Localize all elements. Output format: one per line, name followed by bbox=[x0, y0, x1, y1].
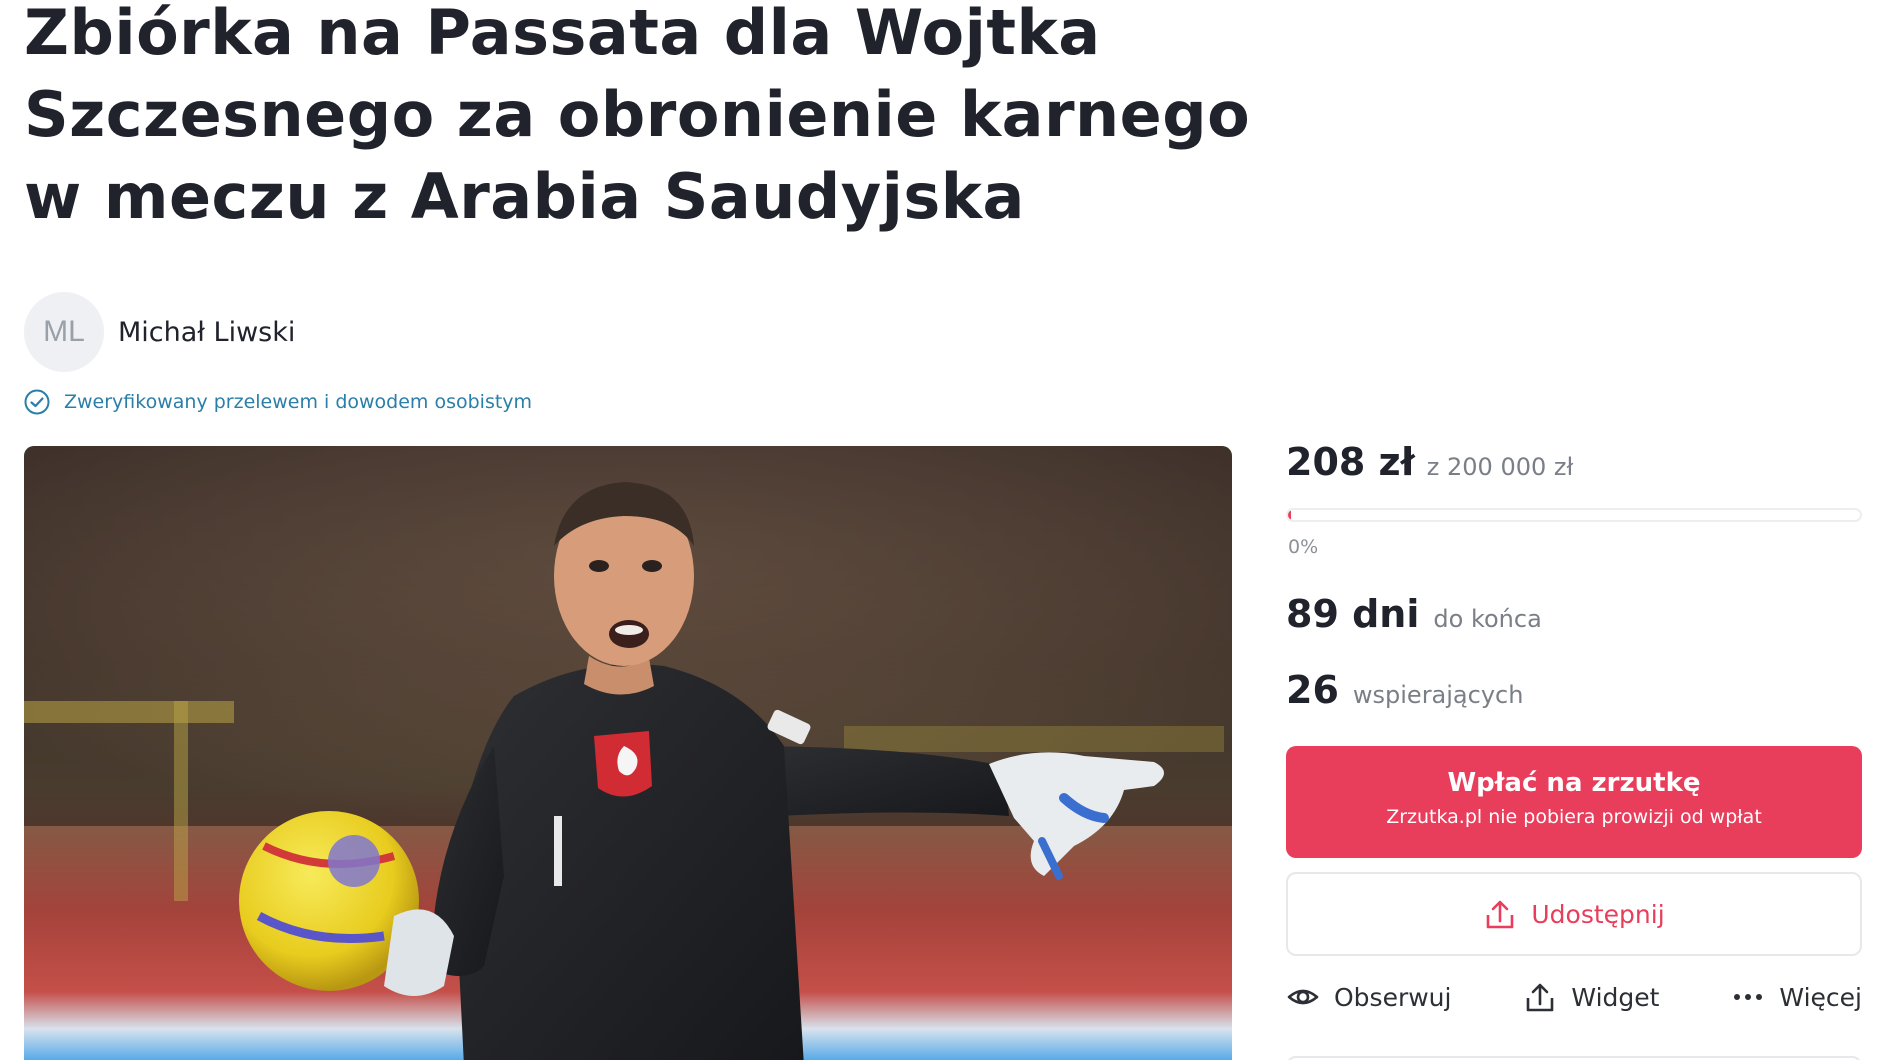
follow-button[interactable]: Obserwuj bbox=[1286, 980, 1451, 1014]
follow-label: Obserwuj bbox=[1334, 982, 1452, 1012]
goal-amount: z 200 000 zł bbox=[1426, 453, 1574, 481]
more-label: Więcej bbox=[1779, 982, 1862, 1012]
raised-amount: 208 zł bbox=[1286, 440, 1415, 484]
author-name[interactable]: Michał Liwski bbox=[118, 317, 295, 348]
next-card bbox=[1286, 1056, 1862, 1060]
share-button-label: Udostępnij bbox=[1531, 899, 1665, 929]
goalkeeper-image bbox=[24, 446, 1232, 1060]
share-icon bbox=[1487, 900, 1514, 929]
verified-badge: Zweryfikowany przelewem i dowodem osobis… bbox=[24, 389, 532, 415]
author-block[interactable]: ML Michał Liwski bbox=[24, 292, 295, 372]
funding-panel: 208 zł z 200 000 zł 0% 89 dni do końca 2… bbox=[1286, 440, 1862, 1012]
campaign-title: Zbiórka na Passata dla Wojtka Szczesnego… bbox=[24, 0, 1251, 233]
days-left-label: do końca bbox=[1433, 605, 1542, 633]
supporters-row: 26 wspierających bbox=[1286, 668, 1523, 712]
widget-label: Widget bbox=[1571, 982, 1660, 1012]
donate-button[interactable]: Wpłać na zrzutkę Zrzutka.pl nie pobiera … bbox=[1286, 746, 1862, 858]
more-button[interactable]: Więcej bbox=[1731, 980, 1862, 1014]
secondary-actions: Obserwuj Widget Więcej bbox=[1286, 972, 1862, 1022]
progress-percent: 0% bbox=[1288, 536, 1319, 558]
share-button[interactable]: Udostępnij bbox=[1286, 872, 1862, 956]
verified-text: Zweryfikowany przelewem i dowodem osobis… bbox=[64, 391, 533, 413]
avatar[interactable]: ML bbox=[24, 292, 104, 372]
eye-icon bbox=[1287, 989, 1319, 1005]
days-left-value: 89 dni bbox=[1286, 592, 1420, 636]
raised-row: 208 zł z 200 000 zł bbox=[1286, 440, 1862, 484]
check-circle-icon bbox=[24, 389, 50, 415]
days-left-row: 89 dni do końca bbox=[1286, 592, 1542, 636]
supporters-label: wspierających bbox=[1352, 681, 1524, 709]
progress-fill bbox=[1288, 510, 1292, 520]
progress-bar bbox=[1286, 508, 1862, 522]
campaign-photo[interactable] bbox=[24, 446, 1232, 1060]
supporters-count: 26 bbox=[1286, 668, 1339, 712]
ellipsis-icon bbox=[1734, 994, 1763, 1000]
donate-button-sublabel: Zrzutka.pl nie pobiera prowizji od wpłat bbox=[1386, 806, 1762, 828]
donate-button-label: Wpłać na zrzutkę bbox=[1447, 768, 1701, 798]
widget-button[interactable]: Widget bbox=[1523, 980, 1659, 1014]
upload-icon bbox=[1527, 983, 1554, 1012]
